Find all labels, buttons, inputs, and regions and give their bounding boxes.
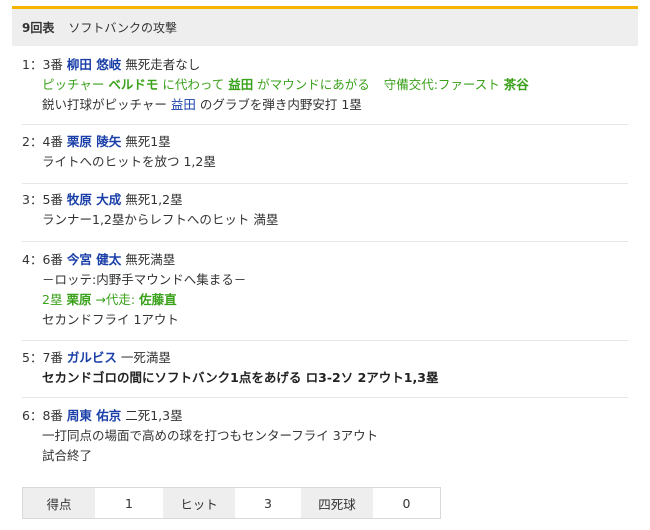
score-summary: 得点 1 ヒット 3 四死球 0 bbox=[22, 487, 441, 519]
player-name: 佐藤直 bbox=[139, 292, 177, 307]
hits-value: 3 bbox=[235, 488, 301, 518]
change-text: ピッチャー bbox=[42, 77, 109, 92]
play-result: ランナー1,2塁からレフトへのヒット 満塁 bbox=[42, 212, 279, 227]
batter-order: 3：5番 bbox=[22, 192, 63, 207]
pitching-change: ピッチャー ベルドモ に代わって 益田 がマウンドにあがる 守備交代:ファースト… bbox=[22, 75, 628, 95]
runs-value: 1 bbox=[95, 488, 163, 518]
batter-order: 5：7番 bbox=[22, 350, 63, 365]
player-name: 茶谷 bbox=[503, 77, 529, 92]
play-result: セカンドフライ 1アウト bbox=[42, 312, 179, 327]
play-result: 鋭い打球がピッチャー 益田 のグラブを弾き内野安打 1塁 bbox=[22, 95, 628, 115]
play-result: 一打同点の場面で高めの球を打つもセンターフライ 3アウト bbox=[42, 428, 379, 443]
sub-text: 2塁 bbox=[42, 292, 67, 307]
batter-link[interactable]: ガルビス bbox=[67, 350, 117, 365]
batter-order: 2：4番 bbox=[22, 134, 63, 149]
player-link[interactable]: 益田 bbox=[171, 97, 196, 112]
batter-link[interactable]: 周東 佑京 bbox=[67, 408, 121, 423]
play-by-play-panel: 9回表 ソフトバンクの攻撃 1：3番 柳田 悠岐 無死走者なし ピッチャー ベル… bbox=[0, 0, 650, 530]
sub-text: →代走: bbox=[91, 292, 140, 307]
defensive-change: 守備交代:ファースト bbox=[383, 77, 504, 92]
batter-link[interactable]: 今宮 健太 bbox=[67, 252, 121, 267]
play-item: 3：5番 牧原 大成 無死1,2塁 ランナー1,2塁からレフトへのヒット 満塁 bbox=[22, 190, 628, 242]
batter-order: 4：6番 bbox=[22, 252, 63, 267]
change-text: に代わって bbox=[158, 77, 229, 92]
situation: 一死満塁 bbox=[120, 350, 171, 365]
result-text: 鋭い打球がピッチャー bbox=[42, 97, 171, 112]
inning-header: 9回表 ソフトバンクの攻撃 bbox=[12, 6, 638, 46]
hits-label: ヒット bbox=[163, 488, 235, 518]
situation: 二死1,3塁 bbox=[125, 408, 183, 423]
walks-value: 0 bbox=[373, 488, 440, 518]
situation: 無死走者なし bbox=[125, 57, 201, 72]
situation: 無死1,2塁 bbox=[125, 192, 183, 207]
player-name: 栗原 bbox=[66, 292, 92, 307]
pinch-runner: 2塁 栗原 →代走: 佐藤直 bbox=[22, 290, 628, 310]
batter-order: 1：3番 bbox=[22, 57, 63, 72]
inning-title: ソフトバンクの攻撃 bbox=[68, 21, 177, 35]
play-result: ライトへのヒットを放つ 1,2塁 bbox=[42, 154, 216, 169]
play-item: 2：4番 栗原 陵矢 無死1塁 ライトへのヒットを放つ 1,2塁 bbox=[22, 132, 628, 184]
situation: 無死1塁 bbox=[125, 134, 171, 149]
batter-link[interactable]: 栗原 陵矢 bbox=[67, 134, 121, 149]
batter-order: 6：8番 bbox=[22, 408, 63, 423]
walks-label: 四死球 bbox=[301, 488, 373, 518]
game-end: 試合終了 bbox=[42, 448, 93, 463]
situation: 無死満塁 bbox=[125, 252, 176, 267]
play-item: 5：7番 ガルビス 一死満塁 セカンドゴロの間にソフトバンク1点をあげる ロ3-… bbox=[22, 348, 628, 398]
batter-link[interactable]: 柳田 悠岐 bbox=[67, 57, 121, 72]
play-item: 4：6番 今宮 健太 無死満塁 －ロッテ:内野手マウンドへ集まる－ 2塁 栗原 … bbox=[22, 250, 628, 341]
change-text: がマウンドにあがる bbox=[253, 77, 370, 92]
play-item: 1：3番 柳田 悠岐 無死走者なし ピッチャー ベルドモ に代わって 益田 がマ… bbox=[22, 55, 628, 125]
play-item: 6：8番 周東 佑京 二死1,3塁 一打同点の場面で高めの球を打つもセンターフラ… bbox=[22, 406, 628, 478]
inning-label: 9回表 bbox=[22, 21, 55, 35]
batter-link[interactable]: 牧原 大成 bbox=[67, 192, 121, 207]
play-note: －ロッテ:内野手マウンドへ集まる－ bbox=[42, 272, 247, 287]
result-text: のグラブを弾き内野安打 1塁 bbox=[195, 97, 362, 112]
runs-label: 得点 bbox=[23, 488, 95, 518]
player-name: 益田 bbox=[228, 77, 254, 92]
player-name: ベルドモ bbox=[108, 77, 159, 92]
play-result: セカンドゴロの間にソフトバンク1点をあげる ロ3-2ソ 2アウト1,3塁 bbox=[42, 370, 439, 385]
